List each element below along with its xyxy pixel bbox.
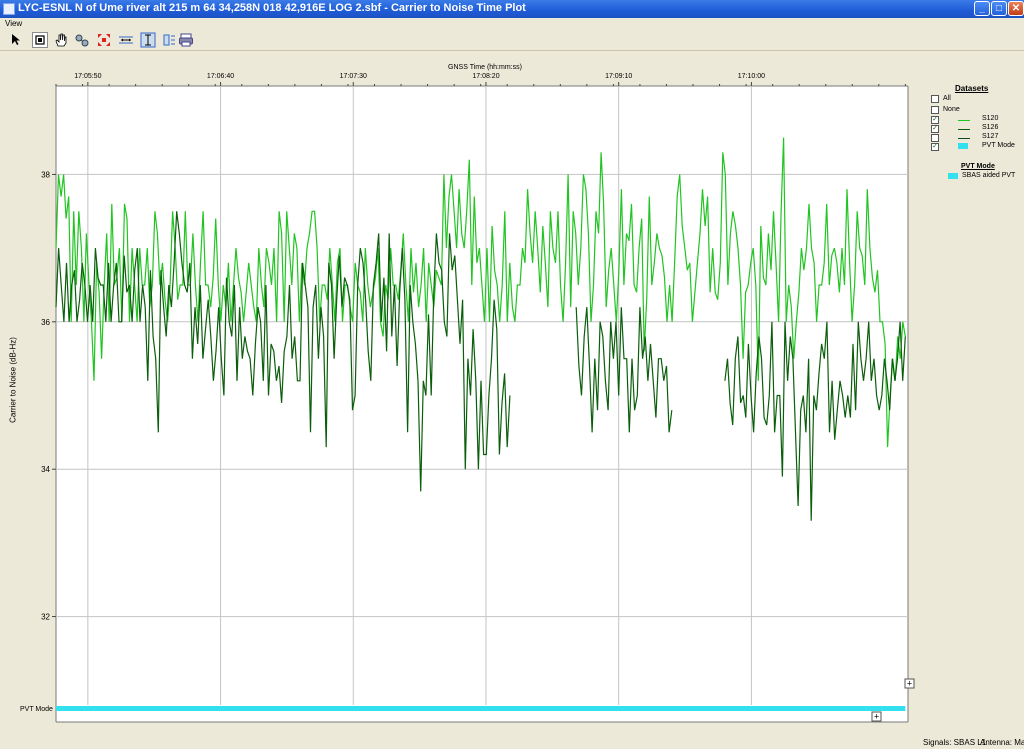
s127-checkbox[interactable] — [931, 134, 939, 142]
s127-swatch — [958, 138, 970, 139]
pvt-mode-title: PVT Mode — [961, 163, 995, 170]
title-bar: LYC-ESNL N of Ume river alt 215 m 64 34,… — [0, 0, 1024, 18]
toolbar — [0, 30, 1024, 51]
none-label: None — [943, 106, 960, 113]
pvt-mode-strip — [56, 706, 906, 711]
minimize-button[interactable]: _ — [974, 1, 990, 16]
s126-swatch — [958, 129, 970, 130]
pvt-mode-dataset-label: PVT Mode — [982, 142, 1015, 149]
y-tick-label: 38 — [41, 170, 50, 179]
x-tick-label: 17:10:00 — [738, 73, 765, 80]
sbas-aided-swatch — [948, 173, 958, 179]
x-tick-label: 17:05:50 — [74, 73, 101, 80]
fit-all-icon[interactable] — [96, 32, 112, 48]
x-zoom-plus-icon: + — [874, 712, 879, 722]
pan-hand-icon[interactable] — [53, 32, 69, 48]
y-axis-title: Carrier to Noise (dB-Hz) — [8, 337, 18, 423]
close-button[interactable]: ✕ — [1008, 1, 1024, 16]
status-bar: Signals: SBAS L1 Antenna: Main — [0, 738, 1024, 749]
pvt-row-label: PVT Mode — [20, 706, 53, 713]
settings-icon[interactable] — [161, 32, 177, 48]
y-range-icon[interactable] — [140, 32, 156, 48]
y-zoom-plus-icon: + — [907, 679, 912, 689]
all-checkbox[interactable] — [931, 95, 939, 103]
menu-view[interactable]: View — [5, 19, 22, 28]
x-tick-label: 17:07:30 — [340, 73, 367, 80]
y-tick-label: 32 — [41, 613, 50, 622]
print-icon[interactable] — [178, 32, 194, 48]
zoom-box-icon[interactable] — [32, 32, 48, 48]
s120-label: S120 — [982, 115, 999, 122]
measure-icon[interactable] — [74, 32, 90, 48]
cn0-chart[interactable]: 32 34 36 38 17:05:50 17:06:40 17:07:30 17:08:20… — [0, 51, 1024, 741]
x-tick-label: 17:06:40 — [207, 73, 234, 80]
y-tick-label: 34 — [41, 465, 50, 474]
none-checkbox[interactable] — [931, 106, 939, 114]
s126-checkbox[interactable]: ✓ — [931, 125, 939, 133]
status-antenna: Antenna: Main — [980, 738, 1024, 747]
app-icon — [3, 3, 15, 15]
x-tick-label: 17:08:20 — [472, 73, 499, 80]
status-signals: Signals: SBAS L1 — [923, 738, 987, 747]
s126-label: S126 — [982, 124, 999, 131]
maximize-button[interactable]: □ — [991, 1, 1007, 16]
x-range-icon[interactable] — [118, 32, 134, 48]
x-tick-label: 17:09:10 — [605, 73, 632, 80]
pvt-mode-bar — [56, 706, 906, 711]
datasets-title: Datasets — [955, 84, 989, 93]
pvt-mode-swatch — [958, 143, 968, 149]
all-label: All — [943, 95, 951, 102]
y-tick-label: 36 — [41, 318, 50, 327]
sbas-aided-label: SBAS aided PVT — [962, 172, 1016, 179]
s120-checkbox[interactable]: ✓ — [931, 116, 939, 124]
plot-frame: 32 34 36 38 17:05:50 17:06:40 17:07:30 17:08:20… — [0, 51, 1024, 741]
select-arrow-icon[interactable] — [8, 32, 24, 48]
window-title: LYC-ESNL N of Ume river alt 215 m 64 34,… — [18, 2, 526, 14]
s120-swatch — [958, 120, 970, 121]
x-axis-title: GNSS Time (hh:mm:ss) — [448, 64, 522, 71]
menu-bar: View — [0, 18, 1024, 30]
pvt-mode-checkbox[interactable]: ✓ — [931, 143, 939, 151]
s127-label: S127 — [982, 133, 999, 140]
